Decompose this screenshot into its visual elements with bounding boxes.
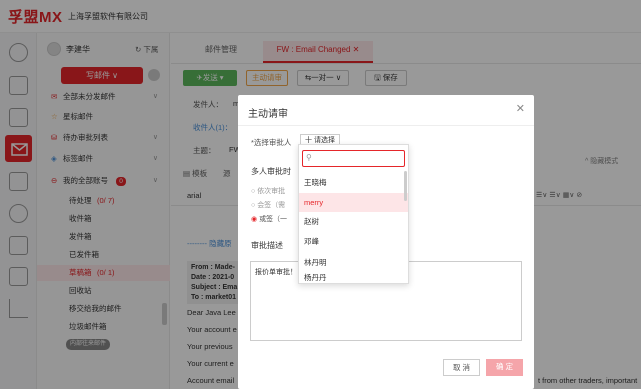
search-icon: ⚲ [306,153,312,162]
approver-option[interactable]: merry [299,193,408,212]
close-icon[interactable]: ✕ [516,102,525,115]
approver-label: *选择审批人 [251,138,292,147]
approver-option[interactable]: 杨丹丹 [299,272,408,283]
approver-dropdown: ⚲ 王晓梅 merry 赵树 邓峰 林丹明 杨丹丹 [298,144,409,284]
approver-option[interactable]: 林丹明 [299,253,408,272]
approver-search-input[interactable]: ⚲ [302,150,405,167]
divider [238,125,534,126]
multi-approval-label: 多人审批时 [251,167,291,176]
scrollbar[interactable] [404,171,407,201]
radio-label: 依次审批 [257,188,286,195]
radio-checked-icon: ◉ [251,216,260,223]
description-label: 审批描述 [251,241,283,250]
confirm-button[interactable]: 确 定 [486,359,523,376]
radio-sequential[interactable]: ○ 依次审批 [251,186,285,196]
radio-joint[interactable]: ○ 会签（需 [251,200,285,210]
approver-option[interactable]: 邓峰 [299,232,408,251]
approver-option[interactable]: 赵树 [299,212,408,231]
dialog-title: 主动请审 [248,109,288,120]
radio-label: 或签（一 [259,216,288,223]
description-value: 报价单审批！ [255,269,297,276]
radio-label: 会签（需 [257,202,286,209]
approver-option[interactable]: 王晓梅 [299,173,408,192]
radio-or[interactable]: ◉ 或签（一 [251,214,287,224]
cancel-button[interactable]: 取 消 [443,359,480,376]
